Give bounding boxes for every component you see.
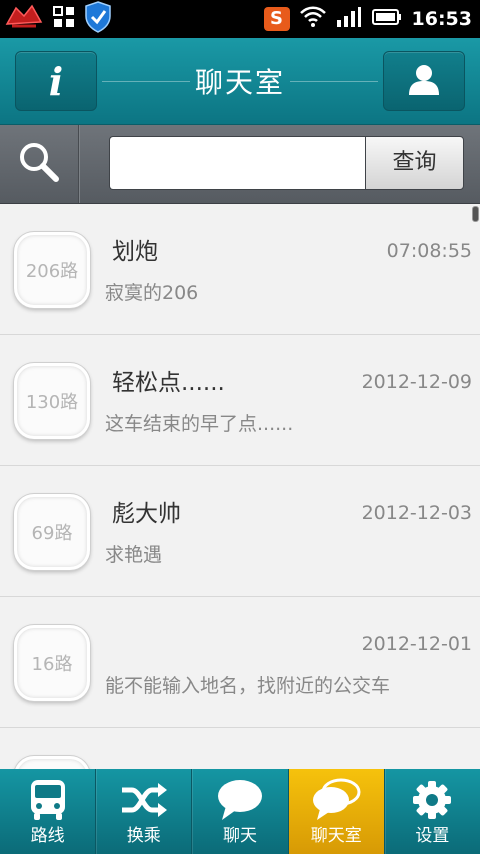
chat-message: 寂寞的206 <box>105 282 199 304</box>
list-item[interactable]: 206路 划炮 07:08:55 寂寞的206 <box>0 204 480 335</box>
chat-user-name: 轻松点...... <box>112 370 225 396</box>
user-profile-button[interactable] <box>383 51 465 111</box>
tab-label: 换乘 <box>126 826 161 846</box>
shuffle-icon <box>96 779 191 821</box>
user-icon <box>407 62 441 100</box>
app-icon <box>4 2 44 36</box>
status-time: 16:53 <box>411 8 472 30</box>
chat-message: 求艳遇 <box>105 544 163 566</box>
bus-icon <box>0 779 95 821</box>
search-icon <box>17 140 61 188</box>
tab-transfer[interactable]: 换乘 <box>96 769 193 854</box>
chat-user-name: 划炮 <box>112 239 158 265</box>
chat-user-name: 彪大帅 <box>112 501 181 527</box>
route-badge: 206路 <box>14 232 90 308</box>
title-bar: 聊天室 i <box>0 38 480 125</box>
gear-icon <box>385 779 480 821</box>
chat-time: 07:08:55 <box>386 240 472 262</box>
route-badge <box>14 756 90 769</box>
list-item[interactable]: 16路 2012-12-01 能不能输入地名，找附近的公交车 <box>0 597 480 728</box>
chat-time: 2012-12-03 <box>361 502 472 524</box>
info-icon: i <box>48 58 64 104</box>
chat-bubble-icon <box>192 779 287 821</box>
bottom-tab-bar: 路线 换乘 聊天 聊天室 设置 <box>0 769 480 854</box>
grid-icon <box>52 5 76 33</box>
tab-label: 路线 <box>30 826 65 846</box>
chat-time: 2012-12-09 <box>361 371 472 393</box>
battery-icon <box>371 8 402 30</box>
info-button[interactable]: i <box>15 51 97 111</box>
search-input[interactable] <box>109 136 365 190</box>
status-bar: S 16:53 <box>0 0 480 38</box>
tab-label: 聊天室 <box>310 826 362 846</box>
list-item[interactable] <box>0 728 480 769</box>
chat-message: 这车结束的早了点...... <box>105 413 294 435</box>
route-badge: 130路 <box>14 363 90 439</box>
tab-settings[interactable]: 设置 <box>385 769 480 854</box>
route-badge: 16路 <box>14 625 90 701</box>
list-item[interactable]: 69路 彪大帅 2012-12-03 求艳遇 <box>0 466 480 597</box>
tab-routes[interactable]: 路线 <box>0 769 97 854</box>
search-button[interactable]: 查询 <box>365 136 464 190</box>
list-item[interactable]: 130路 轻松点...... 2012-12-09 这车结束的早了点...... <box>0 335 480 466</box>
tab-chat[interactable]: 聊天 <box>192 769 289 854</box>
sogou-input-icon: S <box>263 7 290 31</box>
chat-room-list[interactable]: 206路 划炮 07:08:55 寂寞的206 130路 轻松点...... 2… <box>0 204 480 769</box>
search-bar: 查询 <box>0 125 480 204</box>
chat-room-icon <box>289 778 384 821</box>
chat-time: 2012-12-01 <box>361 633 472 655</box>
shield-icon <box>84 1 112 37</box>
tab-chat-room[interactable]: 聊天室 <box>288 769 385 854</box>
route-badge: 69路 <box>14 494 90 570</box>
tab-label: 聊天 <box>223 826 257 846</box>
search-icon-box <box>0 125 79 203</box>
wifi-icon <box>299 6 326 32</box>
signal-icon <box>336 6 362 32</box>
tab-label: 设置 <box>415 826 450 846</box>
chat-message: 能不能输入地名，找附近的公交车 <box>105 675 391 697</box>
